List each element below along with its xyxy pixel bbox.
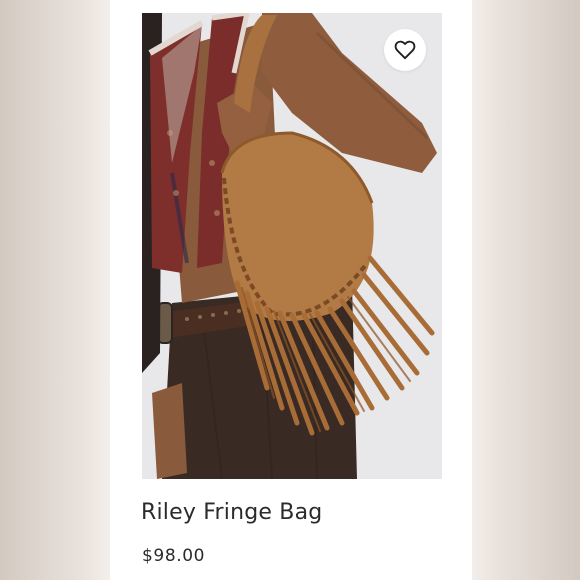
product-price: $98.00 <box>142 546 206 566</box>
product-image[interactable] <box>142 13 442 479</box>
product-card[interactable]: Riley Fringe Bag $98.00 <box>110 0 472 580</box>
heart-icon <box>394 40 416 60</box>
favorite-button[interactable] <box>384 29 426 71</box>
product-title[interactable]: Riley Fringe Bag <box>141 500 322 525</box>
